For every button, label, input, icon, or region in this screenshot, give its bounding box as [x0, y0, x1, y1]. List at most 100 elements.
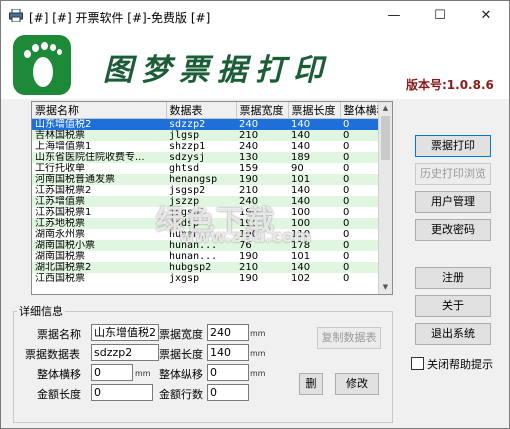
table-cell: 100 [291, 207, 311, 218]
table-cell: 110 [291, 229, 311, 240]
table-cell: 190 [236, 218, 288, 229]
printer-icon [9, 9, 23, 22]
hshift-field[interactable]: 0 [91, 364, 133, 381]
width-unit: mm [250, 329, 266, 338]
table-cell: 山东增值税2 [32, 118, 166, 130]
main-window: [#] [#] 开票软件 [#]-免费版 [#] — ☐ ✕ 图梦票据打印 版本… [0, 0, 510, 429]
width-label: 票据宽度 [159, 328, 203, 341]
table-cell: 江苏国税票2 [35, 185, 92, 196]
table-cell: 0 [343, 273, 350, 284]
change-password-button[interactable]: 更改密码 [415, 219, 491, 241]
table-row[interactable]: 河南国税普通发票 henangsp 190 101 0 [32, 174, 378, 185]
table-cell: 102 [291, 273, 311, 284]
table-row[interactable]: 江苏国税票1 jsgsp1 190 100 0 [32, 207, 378, 218]
delete-button[interactable]: 删 [299, 373, 323, 395]
table-cell: 140 [291, 141, 311, 152]
table-header-row: 票据名称 数据表 票据宽度 票据长度 整体横移 [32, 102, 379, 119]
scroll-up-icon[interactable]: ▲ [379, 102, 392, 115]
col-header-width[interactable]: 票据宽度 [236, 102, 289, 119]
close-help-checkbox[interactable] [411, 357, 424, 370]
table-cell: 240 [236, 118, 288, 130]
table-cell: 0 [343, 229, 350, 240]
table-row[interactable]: 江苏地税票 jsdsp 190 100 0 [32, 218, 378, 229]
table-cell: 140 [288, 196, 340, 207]
table-row[interactable]: 工行托收单 ghtsd 159 90 0 [32, 163, 378, 174]
exit-button[interactable]: 退出系统 [415, 323, 491, 345]
table-cell: 江苏地税票 [32, 218, 166, 229]
maximize-button[interactable]: ☐ [417, 1, 463, 31]
table-cell: 0 [340, 262, 378, 273]
col-header-length[interactable]: 票据长度 [288, 102, 341, 119]
col-header-name[interactable]: 票据名称 [32, 102, 167, 119]
table-cell: jszzp [166, 196, 236, 207]
details-group-title: 详细信息 [17, 303, 65, 319]
table-cell: hunan... [169, 229, 218, 240]
datatable-field[interactable]: sdzzp2 [91, 344, 159, 361]
table-row[interactable]: 江苏增值票 jszzp 240 140 0 [32, 196, 378, 207]
table-cell: 0 [340, 240, 378, 251]
table-row[interactable]: 山东省医院住院收费专... sdzysj 130 189 0 [32, 152, 378, 163]
scroll-down-icon[interactable]: ▼ [379, 281, 392, 294]
register-button[interactable]: 注册 [415, 267, 491, 289]
print-button[interactable]: 票据打印 [415, 135, 491, 157]
vshift-field[interactable]: 0 [207, 364, 249, 381]
table-cell: 189 [288, 152, 340, 163]
table-cell: 0 [340, 152, 378, 163]
col-header-hshift[interactable]: 整体横移 [340, 102, 379, 119]
table-cell: 0 [343, 141, 350, 152]
table-cell: 178 [288, 240, 340, 251]
table-cell: jlgsp [166, 130, 236, 141]
invoice-list[interactable]: 票据名称 数据表 票据宽度 票据长度 整体横移 山东增值税2sdzzp22401… [31, 101, 393, 295]
copy-datatable-button[interactable]: 复制数据表 [317, 327, 381, 349]
table-row[interactable]: 江西国税票 jxgsp 190 102 0 [32, 273, 378, 284]
modify-button[interactable]: 修改 [335, 373, 379, 395]
minimize-button[interactable]: — [371, 1, 417, 31]
close-help-label: 关闭帮助提示 [427, 358, 493, 371]
table-cell: 0 [343, 163, 350, 174]
col-header-datatable[interactable]: 数据表 [166, 102, 237, 119]
table-row[interactable]: 上海增值票1 shzzp1 240 140 0 [32, 141, 378, 152]
table-cell: 190 [236, 174, 288, 185]
table-cell: 240 [236, 196, 288, 207]
vertical-scrollbar[interactable]: ▲ ▼ [378, 102, 392, 294]
table-cell: 140 [288, 118, 340, 130]
amount-rows-label: 金额行数 [159, 388, 203, 401]
close-button[interactable]: ✕ [463, 1, 509, 31]
table-row[interactable]: 湖南国税小票 hunan... 76 178 0 [32, 240, 378, 251]
amount-rows-field[interactable]: 0 [207, 384, 249, 401]
name-field[interactable]: 山东增值税2 [91, 324, 159, 341]
table-cell: 240 [239, 141, 259, 152]
table-cell: 140 [288, 262, 340, 273]
history-button[interactable]: 历史打印浏览 [415, 163, 491, 185]
table-cell: 0 [340, 174, 378, 185]
table-cell: 210 [236, 130, 288, 141]
table-cell: 190 [239, 251, 259, 262]
amount-length-field[interactable]: 0 [91, 384, 153, 401]
table-row[interactable]: 湖南国税票 hunan... 190 101 0 [32, 251, 378, 262]
table-cell: jxgsp [169, 273, 200, 284]
scroll-thumb[interactable] [381, 116, 390, 160]
window-title: [#] [#] 开票软件 [#]-免费版 [#] [29, 11, 211, 25]
about-button[interactable]: 关于 [415, 295, 491, 317]
amount-length-label: 金额长度 [37, 388, 81, 401]
table-cell: 湖南国税票 [35, 251, 85, 262]
table-row[interactable]: 吉林国税票 jlgsp 210 140 0 [32, 130, 378, 141]
table-row[interactable]: 山东增值税2 sdzzp2 240 140 0 [32, 118, 378, 130]
table-row[interactable]: 湖南永州票 hunan... 190 110 0 [32, 229, 378, 240]
table-cell: 吉林国税票 [32, 130, 166, 141]
user-management-button[interactable]: 用户管理 [415, 191, 491, 213]
table-cell: 140 [291, 185, 311, 196]
table-row[interactable]: 湖北国税票2 hubgsp2 210 140 0 [32, 262, 378, 273]
table-cell: 0 [340, 218, 378, 229]
name-label: 票据名称 [37, 328, 81, 341]
length-unit: mm [250, 349, 266, 358]
table-cell: hubgsp2 [166, 262, 236, 273]
table-cell: jsgsp1 [169, 207, 206, 218]
footprint-logo-icon [13, 35, 71, 95]
table-row[interactable]: 江苏国税票2 jsgsp2 210 140 0 [32, 185, 378, 196]
length-field[interactable]: 140 [207, 344, 249, 361]
width-field[interactable]: 240 [207, 324, 249, 341]
title-bar[interactable]: [#] [#] 开票软件 [#]-免费版 [#] — ☐ ✕ [1, 1, 509, 31]
table-cell: 0 [343, 185, 350, 196]
table-cell: 上海增值票1 [35, 141, 92, 152]
